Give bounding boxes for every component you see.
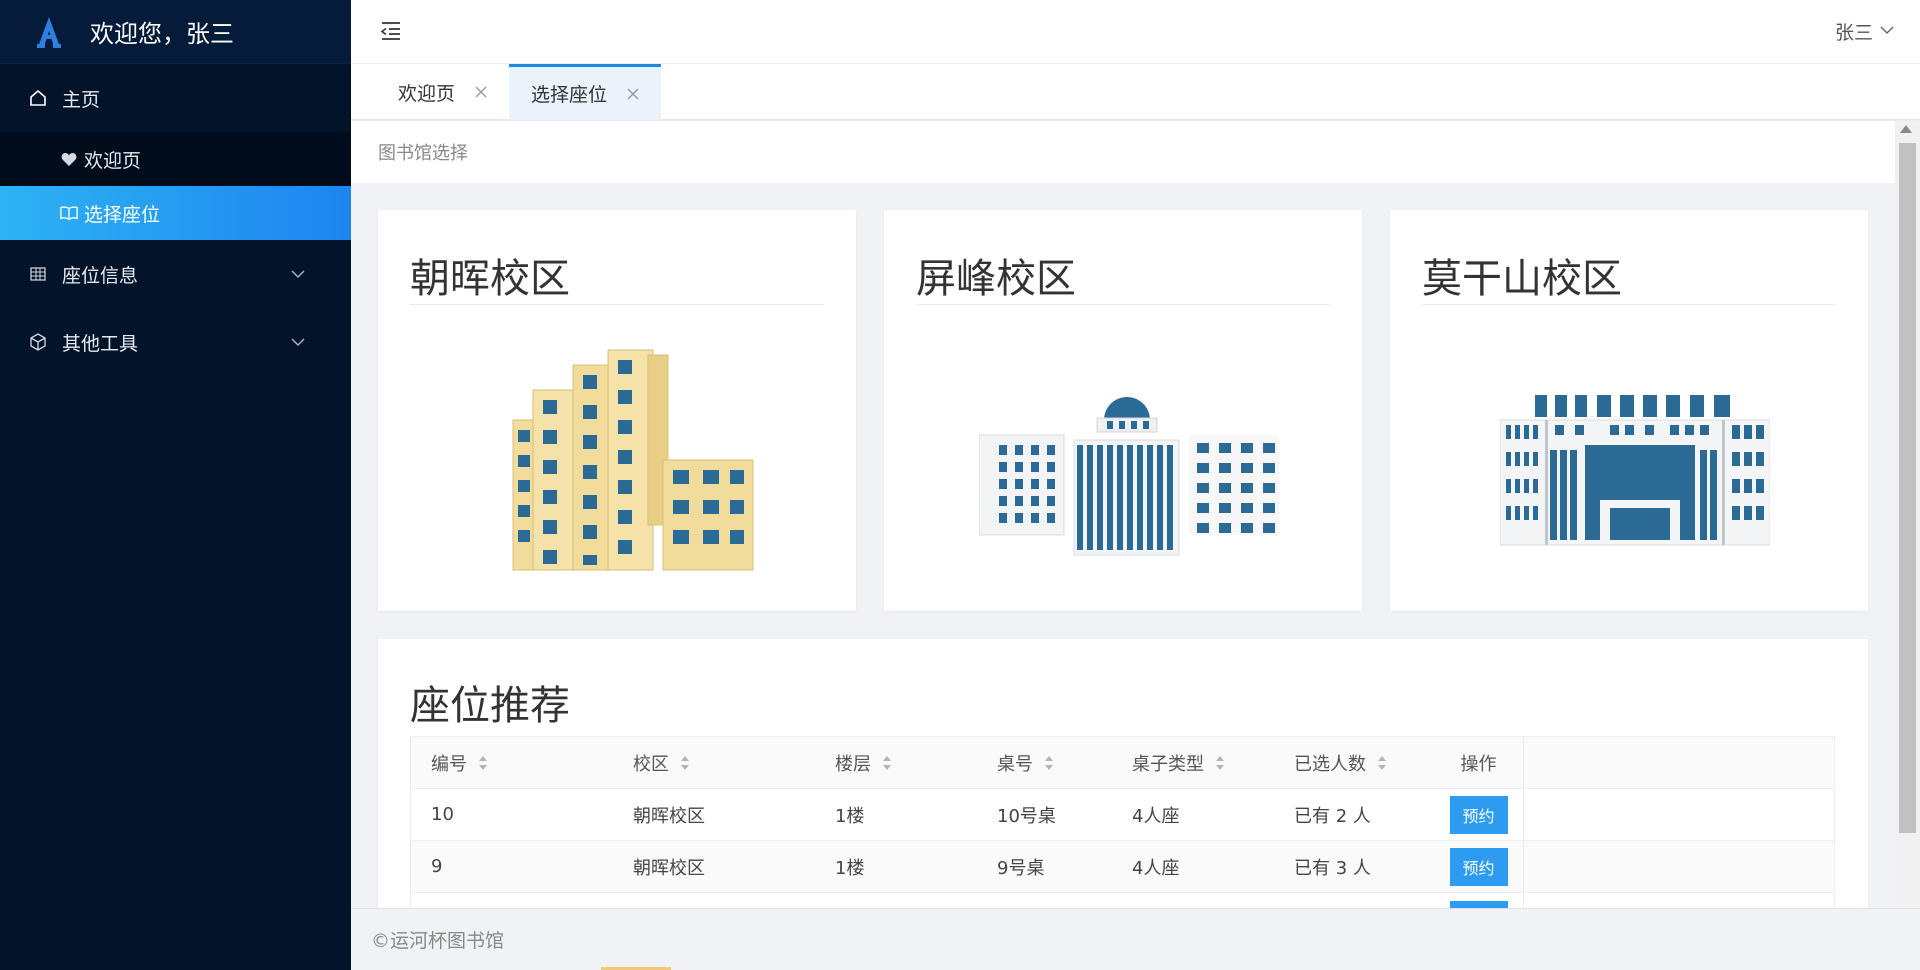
cell-action: 预约 bbox=[1434, 789, 1524, 840]
home-icon bbox=[28, 88, 48, 108]
footer-copyright: ©运河杯图书馆 bbox=[371, 930, 505, 952]
divider bbox=[1422, 304, 1836, 305]
close-icon[interactable] bbox=[627, 88, 639, 100]
close-icon[interactable] bbox=[475, 86, 487, 98]
reserve-button[interactable]: 预约 bbox=[1449, 847, 1508, 886]
column-header-campus[interactable]: 校区 bbox=[613, 737, 815, 788]
building-illustration-pingfeng bbox=[979, 397, 1279, 556]
tab-select-seat[interactable]: 选择座位 bbox=[509, 64, 661, 120]
campus-card-zhaohui[interactable]: 朝晖校区 bbox=[378, 210, 856, 611]
breadcrumb-label: 图书馆选择 bbox=[378, 143, 468, 164]
menu-home-label: 主页 bbox=[62, 88, 101, 111]
sidebar-item-welcome-label: 欢迎页 bbox=[84, 149, 142, 172]
scroll-thumb[interactable] bbox=[1899, 143, 1916, 833]
sidebar-header: 欢迎您，张三 bbox=[0, 0, 351, 64]
tab-bar: 欢迎页 选择座位 bbox=[351, 64, 1920, 120]
column-header-count[interactable]: 已选人数 bbox=[1274, 737, 1434, 788]
scroll-up-arrow-icon[interactable] bbox=[1900, 125, 1912, 133]
table-row: 10 朝晖校区 1楼 10号桌 4人座 已有 2 人 预约 bbox=[411, 789, 1834, 841]
sort-icon[interactable] bbox=[881, 754, 893, 772]
campus-card-moganshan[interactable]: 莫干山校区 bbox=[1390, 210, 1868, 611]
cell-campus: 朝晖校区 bbox=[633, 857, 705, 879]
cell-count: 已有 2 人 bbox=[1294, 805, 1371, 827]
column-header-desk[interactable]: 桌号 bbox=[977, 737, 1112, 788]
menu-seat-info[interactable]: 座位信息 bbox=[0, 240, 351, 308]
sort-icon[interactable] bbox=[679, 754, 691, 772]
column-header-id[interactable]: 编号 bbox=[411, 737, 613, 788]
cell-desk: 9号桌 bbox=[997, 857, 1045, 879]
column-header-label: 已选人数 bbox=[1294, 753, 1366, 775]
menu-home[interactable]: 主页 bbox=[0, 64, 351, 132]
reserve-button[interactable]: 预约 bbox=[1449, 795, 1508, 834]
top-header: 张三 bbox=[351, 0, 1920, 64]
vertical-scrollbar[interactable] bbox=[1895, 121, 1920, 908]
campus-card-pingfeng[interactable]: 屏峰校区 bbox=[884, 210, 1362, 611]
table-header-row: 编号 校区 楼层 桌号 桌子类型 已选人数 操作 bbox=[411, 737, 1834, 789]
column-header-floor[interactable]: 楼层 bbox=[815, 737, 977, 788]
column-header-type[interactable]: 桌子类型 bbox=[1112, 737, 1274, 788]
tab-welcome[interactable]: 欢迎页 bbox=[351, 64, 509, 120]
cell-type: 4人座 bbox=[1132, 857, 1180, 879]
sort-icon[interactable] bbox=[1376, 754, 1388, 772]
sidebar-title: 欢迎您，张三 bbox=[90, 20, 234, 48]
sort-icon[interactable] bbox=[1214, 754, 1226, 772]
divider bbox=[916, 304, 1330, 305]
column-header-label: 楼层 bbox=[835, 753, 871, 775]
menu-other-tools[interactable]: 其他工具 bbox=[0, 308, 351, 376]
column-header-label: 校区 bbox=[633, 753, 669, 775]
cell-type: 4人座 bbox=[1132, 805, 1180, 827]
heart-icon bbox=[60, 150, 78, 168]
cell-id: 9 bbox=[431, 856, 443, 877]
column-header-action: 操作 bbox=[1434, 737, 1524, 788]
home-submenu: 欢迎页 选择座位 bbox=[0, 132, 351, 240]
chevron-down-icon[interactable] bbox=[1880, 25, 1894, 35]
column-header-label: 操作 bbox=[1460, 753, 1497, 775]
campus-title: 屏峰校区 bbox=[916, 256, 1076, 302]
menu-seat-info-label: 座位信息 bbox=[62, 264, 139, 287]
sidebar-item-welcome[interactable]: 欢迎页 bbox=[0, 132, 351, 186]
cell-id: 10 bbox=[431, 804, 454, 825]
sort-icon[interactable] bbox=[477, 754, 489, 772]
chevron-down-icon bbox=[291, 270, 305, 279]
sidebar-item-select-seat-label: 选择座位 bbox=[84, 203, 161, 226]
sort-icon[interactable] bbox=[1043, 754, 1055, 772]
tab-welcome-label: 欢迎页 bbox=[398, 82, 456, 105]
cell-floor: 1楼 bbox=[835, 857, 865, 879]
column-header-label: 编号 bbox=[431, 753, 467, 775]
user-name-dropdown[interactable]: 张三 bbox=[1835, 18, 1873, 45]
cell-desk: 10号桌 bbox=[997, 805, 1056, 827]
sidebar: 欢迎您，张三 主页 欢迎页 选择座位 座位信息 其他工具 bbox=[0, 0, 351, 970]
table-row: 9 朝晖校区 1楼 9号桌 4人座 已有 3 人 预约 bbox=[411, 841, 1834, 893]
sidebar-item-select-seat[interactable]: 选择座位 bbox=[0, 186, 351, 240]
building-illustration-moganshan bbox=[1500, 395, 1770, 546]
campus-title: 朝晖校区 bbox=[410, 256, 570, 302]
cell-count: 已有 3 人 bbox=[1294, 857, 1371, 879]
menu-fold-icon[interactable] bbox=[379, 20, 403, 42]
cube-icon bbox=[28, 332, 48, 352]
breadcrumb: 图书馆选择 bbox=[351, 121, 1895, 183]
column-header-label: 桌子类型 bbox=[1132, 753, 1204, 775]
footer: ©运河杯图书馆 bbox=[351, 908, 1920, 970]
book-icon bbox=[60, 204, 78, 222]
building-illustration-zhaohui bbox=[512, 349, 754, 571]
cell-campus: 朝晖校区 bbox=[633, 805, 705, 827]
cell-floor: 1楼 bbox=[835, 805, 865, 827]
menu-other-tools-label: 其他工具 bbox=[62, 332, 139, 355]
tab-select-seat-label: 选择座位 bbox=[531, 84, 608, 106]
column-header-label: 桌号 bbox=[997, 753, 1033, 775]
logo-icon bbox=[30, 13, 68, 51]
divider bbox=[410, 304, 824, 305]
grid-icon bbox=[28, 264, 48, 284]
chevron-down-icon bbox=[291, 338, 305, 347]
recommend-title: 座位推荐 bbox=[410, 683, 570, 729]
cell-action: 预约 bbox=[1434, 841, 1524, 892]
campus-title: 莫干山校区 bbox=[1422, 256, 1622, 302]
